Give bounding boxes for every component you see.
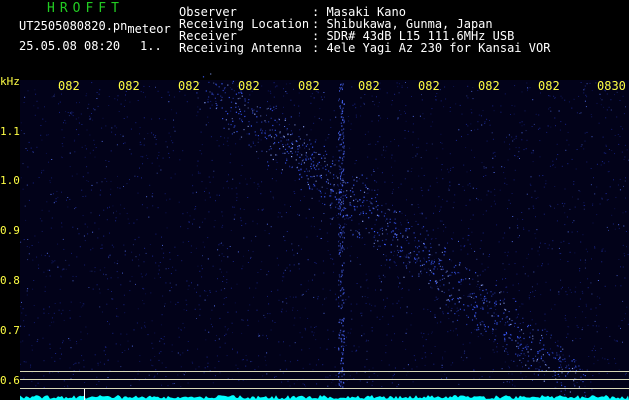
- y-tick-0.8: 0.8: [0, 274, 20, 287]
- y-unit-label: kHz: [0, 75, 20, 88]
- reference-line-middle: [20, 379, 629, 380]
- x-tick-1: 082: [58, 79, 80, 93]
- reference-line-upper: [20, 371, 629, 372]
- x-tick-3: 082: [178, 79, 200, 93]
- x-tick-8: 082: [478, 79, 500, 93]
- x-tick-7: 082: [418, 79, 440, 93]
- x-tick-9: 082: [538, 79, 560, 93]
- spectrogram-signal: [20, 73, 629, 400]
- y-tick-0.6: 0.6: [0, 374, 20, 387]
- x-tick-4: 082: [238, 79, 260, 93]
- x-tick-10: 0830: [597, 79, 626, 93]
- y-tick-0.9: 0.9: [0, 224, 20, 237]
- y-tick-0.7: 0.7: [0, 324, 20, 337]
- x-tick-5: 082: [298, 79, 320, 93]
- x-tick-2: 082: [118, 79, 140, 93]
- y-tick-1.1: 1.1: [0, 125, 20, 138]
- y-tick-1.0: 1.0: [0, 174, 20, 187]
- x-tick-6: 082: [358, 79, 380, 93]
- reference-line-lower: [20, 388, 629, 389]
